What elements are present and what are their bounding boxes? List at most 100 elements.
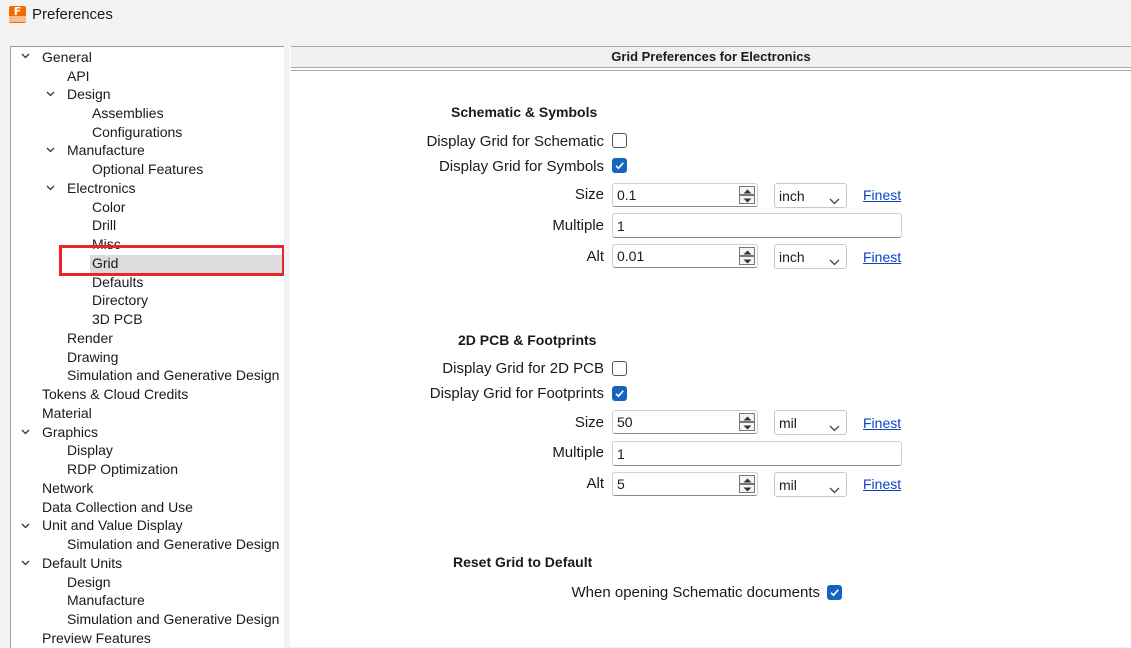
tree-item-configurations[interactable]: Configurations <box>92 123 182 141</box>
alt-label: Alt <box>586 248 604 265</box>
tree-item-color[interactable]: Color <box>92 198 125 216</box>
chevron-down-icon[interactable] <box>46 147 55 156</box>
tree-item-unit-value-display[interactable]: Unit and Value Display <box>42 516 183 534</box>
schematic-size-finest-link[interactable]: Finest <box>863 185 901 205</box>
chevron-down-icon[interactable] <box>21 523 30 532</box>
tree-item-tokens-cloud-credits[interactable]: Tokens & Cloud Credits <box>42 385 188 403</box>
tree-item-design[interactable]: Design <box>67 573 111 591</box>
chevron-down-icon <box>829 253 840 271</box>
schematic-alt-unit-select[interactable]: inch <box>774 244 847 269</box>
tree-item-manufacture[interactable]: Manufacture <box>67 141 145 159</box>
chevron-down-icon[interactable] <box>21 429 30 438</box>
section-title-schematic: Schematic & Symbols <box>451 104 598 120</box>
display-grid-symbols-label: Display Grid for Symbols <box>438 158 604 175</box>
pcb-size-finest-link[interactable]: Finest <box>863 413 901 433</box>
chevron-down-icon <box>829 481 840 499</box>
tree-item-design[interactable]: Design <box>67 85 111 103</box>
title-bar: F Preferences <box>0 0 1131 32</box>
when-opening-schematic-label: When opening Schematic documents <box>571 584 820 601</box>
chevron-down-icon[interactable] <box>21 53 30 62</box>
alt-label: Alt <box>586 475 604 492</box>
pcb-alt-value: 5 <box>617 476 625 492</box>
tree-item-network[interactable]: Network <box>42 479 93 497</box>
spin-down-icon[interactable] <box>739 484 755 493</box>
display-grid-footprints-checkbox[interactable] <box>612 386 627 401</box>
display-grid-schematic-label: Display Grid for Schematic <box>426 133 604 150</box>
tree-item-material[interactable]: Material <box>42 404 92 422</box>
schematic-alt-finest-link[interactable]: Finest <box>863 247 901 267</box>
schematic-size-spinbox[interactable]: 0.1 <box>612 183 758 207</box>
panel-header: Grid Preferences for Electronics <box>291 46 1131 68</box>
app-icon: F <box>9 5 26 23</box>
section-title-pcb: 2D PCB & Footprints <box>458 332 597 348</box>
checkmark-icon <box>615 162 624 170</box>
spin-down-icon[interactable] <box>739 256 755 265</box>
spin-up-icon[interactable] <box>739 247 755 256</box>
schematic-alt-value: 0.01 <box>617 248 645 264</box>
size-label: Size <box>574 414 604 431</box>
pcb-alt-unit-value: mil <box>779 477 797 493</box>
multiple-label: Multiple <box>552 444 604 461</box>
tree-item-3d-pcb[interactable]: 3D PCB <box>92 310 143 328</box>
tree-item-api[interactable]: API <box>67 67 90 85</box>
tree-item-graphics[interactable]: Graphics <box>42 423 98 441</box>
tree-item-drill[interactable]: Drill <box>92 216 116 234</box>
preferences-tree[interactable]: General API Design Assemblies Configurat… <box>10 46 284 648</box>
pcb-alt-spinbox[interactable]: 5 <box>612 472 758 496</box>
tree-item-directory[interactable]: Directory <box>92 291 148 309</box>
tree-item-simulation-generative[interactable]: Simulation and Generative Design <box>67 366 279 384</box>
schematic-multiple-input[interactable]: 1 <box>612 213 902 238</box>
schematic-size-unit-select[interactable]: inch <box>774 183 847 208</box>
checkmark-icon <box>830 589 839 597</box>
checkmark-icon <box>615 390 624 398</box>
tree-item-data-collection[interactable]: Data Collection and Use <box>42 498 193 516</box>
tree-item-assemblies[interactable]: Assemblies <box>92 104 164 122</box>
spin-up-icon[interactable] <box>739 186 755 195</box>
spin-up-icon[interactable] <box>739 413 755 422</box>
pcb-size-spinbox[interactable]: 50 <box>612 410 758 434</box>
pcb-alt-unit-select[interactable]: mil <box>774 472 847 497</box>
schematic-alt-spinbox[interactable]: 0.01 <box>612 244 758 268</box>
spin-down-icon[interactable] <box>739 422 755 431</box>
splitter[interactable] <box>284 46 289 647</box>
tree-item-general[interactable]: General <box>42 48 92 66</box>
tree-item-simulation-generative[interactable]: Simulation and Generative Design <box>67 535 279 553</box>
display-grid-2d-pcb-checkbox[interactable] <box>612 361 627 376</box>
tree-item-render[interactable]: Render <box>67 329 113 347</box>
pcb-multiple-value: 1 <box>617 446 625 462</box>
chevron-down-icon <box>829 192 840 210</box>
display-grid-symbols-checkbox[interactable] <box>612 158 627 173</box>
schematic-multiple-value: 1 <box>617 218 625 234</box>
window-title: Preferences <box>32 6 113 23</box>
pcb-size-unit-value: mil <box>779 415 797 431</box>
chevron-down-icon[interactable] <box>46 91 55 100</box>
pcb-size-value: 50 <box>617 414 633 430</box>
display-grid-footprints-label: Display Grid for Footprints <box>429 385 604 402</box>
tree-item-simulation-generative[interactable]: Simulation and Generative Design <box>67 610 279 628</box>
when-opening-schematic-checkbox[interactable] <box>827 585 842 600</box>
chevron-down-icon[interactable] <box>21 560 30 569</box>
schematic-alt-unit-value: inch <box>779 249 805 265</box>
annotation-highlight-box <box>59 245 285 276</box>
display-grid-schematic-checkbox[interactable] <box>612 133 627 148</box>
tree-item-manufacture[interactable]: Manufacture <box>67 591 145 609</box>
tree-item-default-units[interactable]: Default Units <box>42 554 122 572</box>
spin-down-icon[interactable] <box>739 195 755 204</box>
spin-up-icon[interactable] <box>739 475 755 484</box>
tree-item-drawing[interactable]: Drawing <box>67 348 118 366</box>
pcb-multiple-input[interactable]: 1 <box>612 441 902 466</box>
multiple-label: Multiple <box>552 217 604 234</box>
tree-item-optional-features[interactable]: Optional Features <box>92 160 203 178</box>
pcb-size-unit-select[interactable]: mil <box>774 410 847 435</box>
divider <box>291 70 1131 71</box>
chevron-down-icon[interactable] <box>46 185 55 194</box>
pcb-alt-finest-link[interactable]: Finest <box>863 474 901 494</box>
schematic-size-value: 0.1 <box>617 187 637 203</box>
tree-item-preview-features[interactable]: Preview Features <box>42 629 151 647</box>
tree-item-electronics[interactable]: Electronics <box>67 179 135 197</box>
display-grid-2d-pcb-label: Display Grid for 2D PCB <box>442 360 604 377</box>
tree-item-display[interactable]: Display <box>67 441 113 459</box>
tree-item-rdp-optimization[interactable]: RDP Optimization <box>67 460 178 478</box>
section-title-reset: Reset Grid to Default <box>453 554 593 570</box>
chevron-down-icon <box>829 419 840 437</box>
